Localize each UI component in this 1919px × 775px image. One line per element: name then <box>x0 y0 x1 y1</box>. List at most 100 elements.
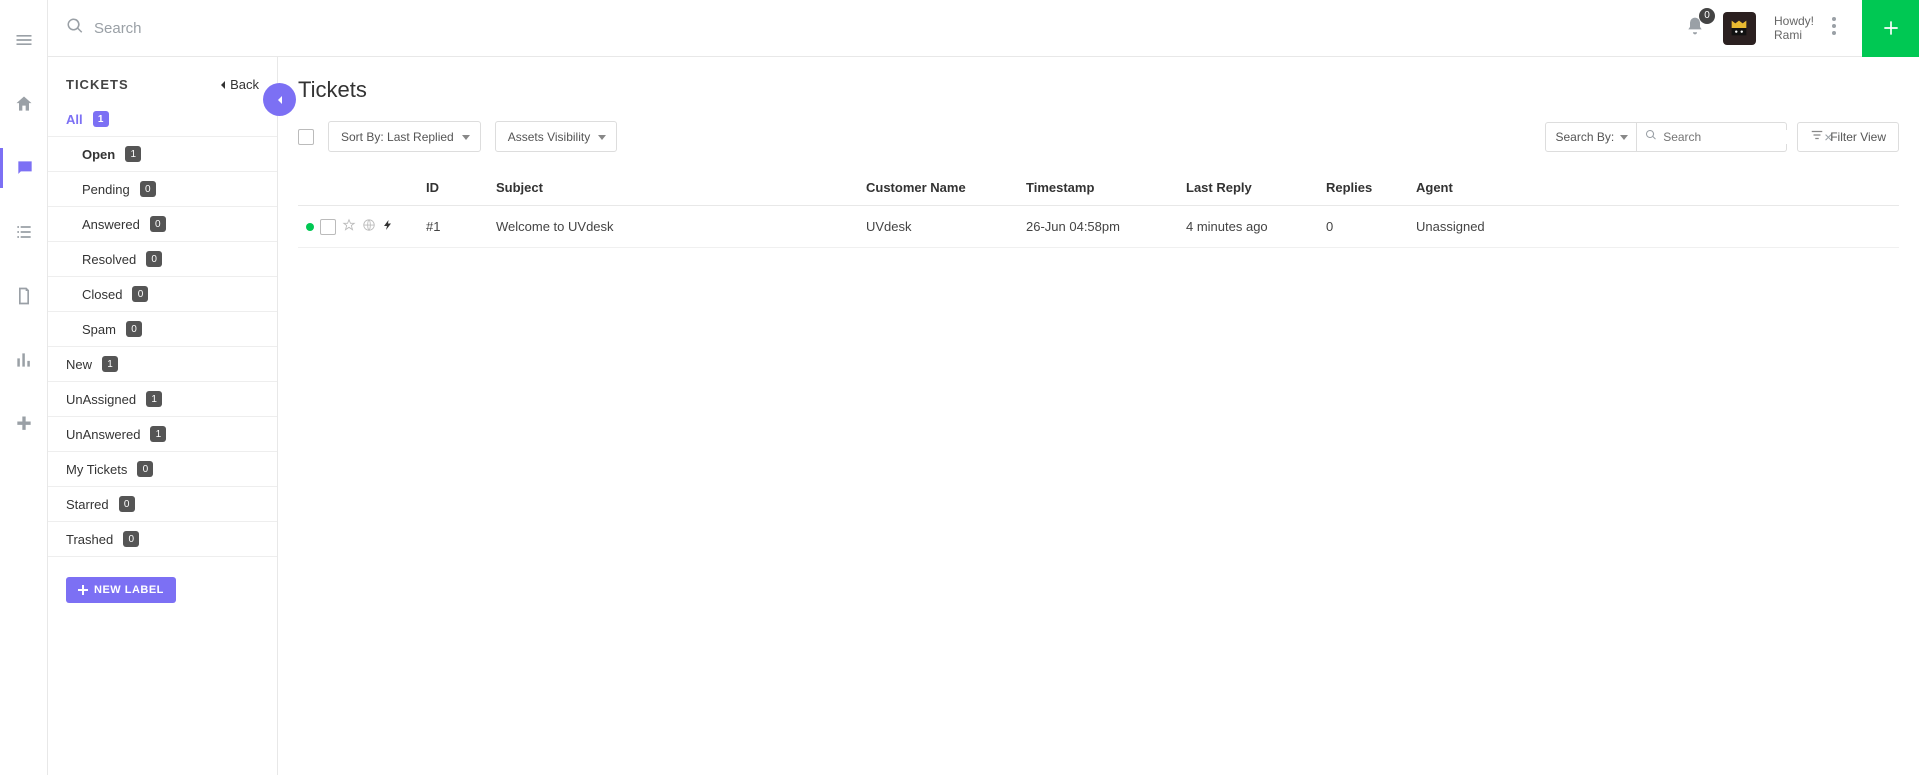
filter-count-badge: 0 <box>126 321 142 337</box>
col-customer[interactable]: Customer Name <box>858 170 1018 206</box>
notifications-button[interactable]: 0 <box>1685 16 1705 41</box>
sidebar-header: TICKETS Back <box>48 77 277 102</box>
priority-icon <box>382 218 394 235</box>
tickets-table: ID Subject Customer Name Timestamp Last … <box>298 170 1899 248</box>
greeting-text: Howdy! <box>1774 14 1814 28</box>
filter-label: Trashed <box>66 532 113 547</box>
username-text: Rami <box>1774 28 1814 42</box>
star-icon[interactable] <box>342 218 356 235</box>
col-lastreply[interactable]: Last Reply <box>1178 170 1318 206</box>
col-id[interactable]: ID <box>418 170 488 206</box>
cell-subject: Welcome to UVdesk <box>488 206 858 248</box>
avatar[interactable] <box>1723 12 1756 45</box>
create-button[interactable] <box>1862 0 1919 57</box>
nav-apps[interactable] <box>0 404 48 444</box>
nav-lists[interactable] <box>0 212 48 252</box>
col-replies[interactable]: Replies <box>1318 170 1408 206</box>
filter-view-label: Filter View <box>1830 130 1886 144</box>
row-checkbox[interactable] <box>320 219 336 235</box>
nav-knowledgebase[interactable] <box>0 276 48 316</box>
collapse-sidebar-button[interactable] <box>263 83 296 116</box>
filter-count-badge: 0 <box>132 286 148 302</box>
sidebar: TICKETS Back All1Open1Pending0Answered0R… <box>48 57 278 775</box>
topbar-right: 0 Howdy! Rami <box>1685 0 1901 57</box>
sidebar-filter-open[interactable]: Open 1 <box>48 137 277 172</box>
col-agent[interactable]: Agent <box>1408 170 1899 206</box>
table-search-input[interactable] <box>1663 130 1818 144</box>
nav-reports[interactable] <box>0 340 48 380</box>
menu-toggle[interactable] <box>0 20 48 60</box>
col-timestamp[interactable]: Timestamp <box>1018 170 1178 206</box>
toolbar-left: Sort By: Last Replied Assets Visibility <box>298 121 617 152</box>
search-by-dropdown[interactable]: Search By: <box>1545 122 1638 152</box>
filter-label: UnAnswered <box>66 427 140 442</box>
cell-lastreply: 4 minutes ago <box>1178 206 1318 248</box>
sidebar-filter-pending[interactable]: Pending 0 <box>48 172 277 207</box>
cell-agent: Unassigned <box>1408 206 1899 248</box>
filter-label: Answered <box>82 217 140 232</box>
filter-count-badge: 0 <box>140 181 156 197</box>
main: Tickets Sort By: Last Replied Assets Vis… <box>278 57 1919 775</box>
select-all-checkbox[interactable] <box>298 129 314 145</box>
back-button[interactable]: Back <box>218 77 259 92</box>
assets-visibility-dropdown[interactable]: Assets Visibility <box>495 121 617 152</box>
sidebar-filter-unassigned[interactable]: UnAssigned 1 <box>48 382 277 417</box>
filter-count-badge: 1 <box>125 146 141 162</box>
filter-label: My Tickets <box>66 462 127 477</box>
sidebar-filter-trashed[interactable]: Trashed0 <box>48 522 277 557</box>
filter-icon <box>1810 128 1824 145</box>
filter-view-button[interactable]: Filter View <box>1797 122 1899 152</box>
filter-label: Spam <box>82 322 116 337</box>
toolbar-right: Search By: × Filter View <box>1545 122 1900 152</box>
user-menu-button[interactable] <box>1832 17 1836 40</box>
table-row[interactable]: #1Welcome to UVdeskUVdesk26-Jun 04:58pm4… <box>298 206 1899 248</box>
topbar: 0 Howdy! Rami <box>48 0 1919 57</box>
filter-label: Open <box>82 147 115 162</box>
sidebar-filter-all[interactable]: All 1 <box>48 102 277 137</box>
cell-customer: UVdesk <box>858 206 1018 248</box>
sidebar-filter-resolved[interactable]: Resolved0 <box>48 242 277 277</box>
table-search: × <box>1637 122 1787 152</box>
filter-label: All <box>66 112 83 127</box>
global-search-input[interactable] <box>94 20 494 37</box>
sidebar-filter-my-tickets[interactable]: My Tickets 0 <box>48 452 277 487</box>
back-label: Back <box>230 77 259 92</box>
filter-count-badge: 1 <box>150 426 166 442</box>
filter-count-badge: 0 <box>150 216 166 232</box>
col-subject[interactable]: Subject <box>488 170 858 206</box>
filter-count-badge: 1 <box>102 356 118 372</box>
page-title: Tickets <box>298 77 1899 103</box>
new-label-text: NEW LABEL <box>94 584 164 596</box>
cell-id: #1 <box>418 206 488 248</box>
sidebar-filter-starred[interactable]: Starred 0 <box>48 487 277 522</box>
filter-count-badge: 0 <box>137 461 153 477</box>
sidebar-filter-new[interactable]: New 1 <box>48 347 277 382</box>
new-label-button[interactable]: NEW LABEL <box>66 577 176 603</box>
nav-tickets[interactable] <box>0 148 48 188</box>
toolbar: Sort By: Last Replied Assets Visibility … <box>298 121 1899 152</box>
filter-label: New <box>66 357 92 372</box>
filter-label: Closed <box>82 287 122 302</box>
sidebar-filter-unanswered[interactable]: UnAnswered 1 <box>48 417 277 452</box>
notification-count-badge: 0 <box>1699 8 1715 24</box>
cell-replies: 0 <box>1318 206 1408 248</box>
sidebar-filter-spam[interactable]: Spam 0 <box>48 312 277 347</box>
filter-label: Starred <box>66 497 109 512</box>
filter-count-badge: 0 <box>119 496 135 512</box>
search-icon <box>66 17 84 40</box>
filter-count-badge: 0 <box>146 251 162 267</box>
icon-rail <box>0 0 48 775</box>
status-dot-icon <box>306 223 314 231</box>
sidebar-filter-closed[interactable]: Closed 0 <box>48 277 277 312</box>
filter-count-badge: 1 <box>146 391 162 407</box>
filter-label: Pending <box>82 182 130 197</box>
source-icon <box>362 218 376 235</box>
sidebar-filter-answered[interactable]: Answered 0 <box>48 207 277 242</box>
sort-dropdown[interactable]: Sort By: Last Replied <box>328 121 481 152</box>
global-search <box>66 17 1685 40</box>
table-header-row: ID Subject Customer Name Timestamp Last … <box>298 170 1899 206</box>
filter-count-badge: 1 <box>93 111 109 127</box>
filter-label: UnAssigned <box>66 392 136 407</box>
nav-home[interactable] <box>0 84 48 124</box>
sidebar-title: TICKETS <box>66 77 129 92</box>
